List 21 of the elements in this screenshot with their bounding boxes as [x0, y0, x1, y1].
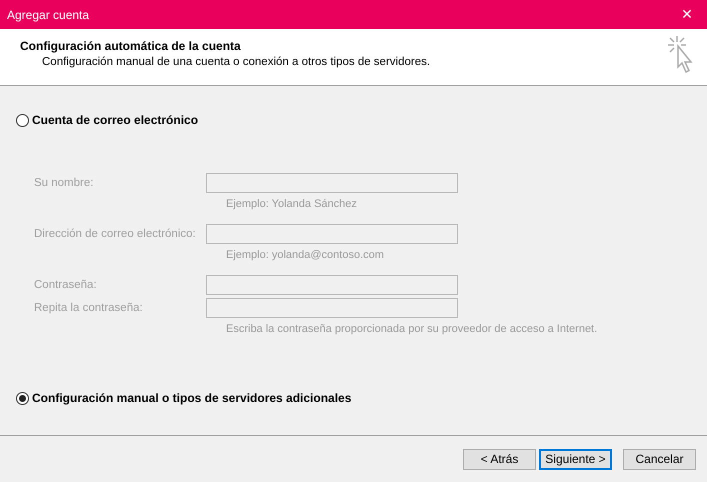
field-hint: Escriba la contraseña proporcionada por su proveedor de acceso a Internet.: [225, 323, 598, 335]
field-label: Repita la contraseña:: [34, 302, 144, 314]
radio-button[interactable]: [16, 114, 29, 126]
dialog-button[interactable]: Siguiente >: [539, 448, 612, 470]
field-label: Dirección de correo electrónico:: [34, 228, 197, 240]
close-button[interactable]: ✕: [667, 0, 707, 29]
field-hint: Ejemplo: yolanda@contoso.com: [225, 249, 385, 261]
field-hint: Ejemplo: Yolanda Sánchez: [225, 198, 358, 210]
radio-option[interactable]: Cuenta de correo electrónico: [16, 113, 707, 127]
radio-label: Configuración manual o tipos de servidores adicionales: [32, 391, 352, 405]
radio-button[interactable]: [16, 392, 29, 404]
dialog-button[interactable]: Cancelar: [623, 448, 696, 470]
radio-label: Cuenta de correo electrónico: [32, 113, 198, 127]
window-title: Agregar cuenta: [6, 8, 90, 22]
field-label: Contraseña:: [34, 279, 98, 291]
header-title: Configuración automática de la cuenta: [20, 39, 242, 53]
header-subtitle: Configuración manual de una cuenta o conexión a otros tipos de servidores.: [41, 56, 430, 68]
field-label: Su nombre:: [34, 177, 94, 189]
dialog-button[interactable]: < Atrás: [463, 448, 536, 470]
cursor-click-icon: [667, 35, 693, 75]
radio-option[interactable]: Configuración manual o tipos de servidores adicionales: [16, 391, 707, 405]
